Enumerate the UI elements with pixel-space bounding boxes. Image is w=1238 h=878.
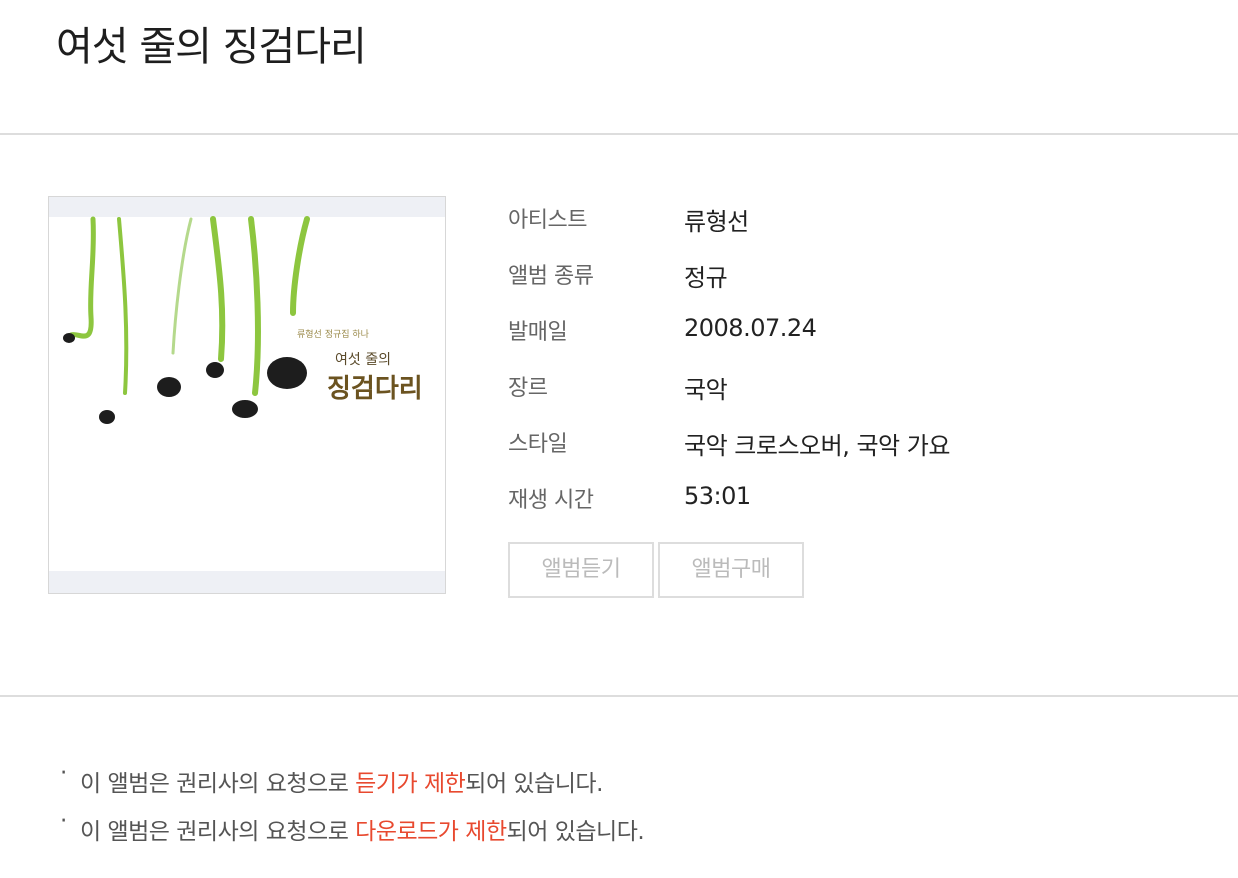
release-date-value: 2008.07.24 xyxy=(684,314,817,342)
buy-album-button[interactable]: 앨범구매 xyxy=(658,542,804,598)
info-label: 앨범 종류 xyxy=(508,264,594,289)
notice-prefix: 이 앨범은 권리사의 요청으로 xyxy=(80,819,356,845)
listen-album-button[interactable]: 앨범듣기 xyxy=(508,542,654,598)
artist-value[interactable]: 류형선 xyxy=(684,202,749,237)
info-label: 재생 시간 xyxy=(508,488,594,513)
notice-text: 이 앨범은 권리사의 요청으로 듣기가 제한되어 있습니다. xyxy=(80,764,603,798)
cover-title-line2: 징검다리 xyxy=(327,374,423,404)
notice-suffix: 되어 있습니다. xyxy=(465,771,603,797)
cover-title-line1: 여섯 줄의 xyxy=(335,352,391,368)
notice-suffix: 되어 있습니다. xyxy=(506,819,645,845)
album-action-buttons: 앨범듣기 앨범구매 xyxy=(508,542,808,598)
duration-value: 53:01 xyxy=(684,482,751,510)
album-cover: 류형선 정규집 하나 여섯 줄의 징검다리 xyxy=(48,196,446,594)
notice-prefix: 이 앨범은 권리사의 요청으로 xyxy=(80,771,356,797)
style-value: 국악 크로스오버, 국악 가요 xyxy=(684,432,950,460)
bullet-icon: · xyxy=(60,808,67,834)
notice-text: 이 앨범은 권리사의 요청으로 다운로드가 제한되어 있습니다. xyxy=(80,812,645,846)
genre-value: 국악 xyxy=(684,376,728,404)
notice-highlight: 듣기가 제한 xyxy=(355,771,466,797)
info-label: 발매일 xyxy=(508,320,568,345)
notice-highlight: 다운로드가 제한 xyxy=(355,819,507,845)
bullet-icon: · xyxy=(60,760,67,786)
album-detail-page: 여섯 줄의 징검다리 류형선 정규집 하나 여섯 줄의 징검다리 아티스트 류형… xyxy=(0,0,1238,878)
header-divider xyxy=(0,133,1238,135)
info-label: 장르 xyxy=(508,376,548,401)
album-cover-art: 류형선 정규집 하나 여섯 줄의 징검다리 xyxy=(49,197,445,593)
cover-small-text: 류형선 정규집 하나 xyxy=(297,328,369,340)
album-title: 여섯 줄의 징검다리 xyxy=(56,24,367,70)
info-label: 스타일 xyxy=(508,432,568,457)
info-label: 아티스트 xyxy=(508,208,587,233)
notice-divider xyxy=(0,695,1238,697)
album-type-value: 정규 xyxy=(684,264,728,292)
